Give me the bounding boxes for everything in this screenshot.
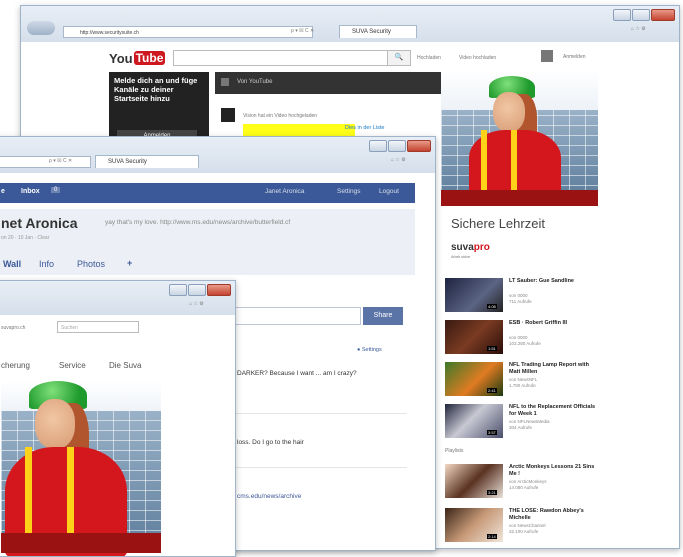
maximize-icon[interactable] [388,140,406,152]
maximize-icon[interactable] [188,284,206,296]
list-item[interactable]: ESB · Robert Griffin III von 0000 103.280… [441,318,601,356]
youtube-search-input[interactable] [173,50,389,66]
suva-search-input[interactable]: Suchen [57,321,139,333]
minimize-icon[interactable] [169,284,187,296]
minimize-icon[interactable] [369,140,387,152]
video-duration: 4:08 [487,304,497,309]
search-icon: 🔍 [394,54,404,61]
list-item[interactable]: NFL Trading Lamp Report with Matt Millen… [441,360,601,398]
video-duration: 2:41 [487,388,497,393]
facebook-profile-link[interactable]: Janet Aronica [265,188,304,195]
youtube-feed-icon [221,78,229,86]
middle-toolbar-icons[interactable]: ⌂ ☆ ⚙ [391,157,406,163]
close-icon[interactable] [207,284,231,296]
wall-post-1: DARKER? Because I want ... am I crazy? [237,370,357,377]
worker-face-image [493,92,525,132]
add-tab-button[interactable]: + [127,258,132,268]
nav-item-service[interactable]: Service [59,361,86,370]
facebook-nav-left[interactable]: e [1,188,5,195]
video-duration: 1:51 [487,346,497,351]
worker-face-image [35,399,75,449]
back-address-bar[interactable]: http://www.securitysuite.ch [63,26,313,38]
back-nav-arrows[interactable] [27,21,55,35]
front-window-controls [169,284,231,296]
suva-nav: cherung Service Die Suva [1,361,231,373]
nav-item-sicherung[interactable]: cherung [1,361,30,370]
profile-subline: on 20 · 10 Jan · Clear [1,235,50,241]
facebook-composer-input[interactable] [225,307,361,325]
suva-hero-image[interactable] [1,381,161,556]
close-icon[interactable] [407,140,431,152]
front-address-bar[interactable]: suvapro.ch [1,323,53,333]
back-toolbar-icons[interactable]: ⌂ ☆ ⚙ [631,26,646,32]
wall-settings-link[interactable]: ● Settings [357,347,382,353]
front-browser-window: ⌂ ☆ ⚙ suvapro.ch Suchen cherung Service … [0,280,236,557]
back-address-controls[interactable]: ρ ▾ ☒ C ✕ [291,28,314,34]
list-item[interactable]: NFL to the Replacement Officials for Wee… [441,402,601,440]
youtube-promo-box: Melde dich an und füge Kanäle zu deiner … [109,72,209,142]
youtube-feed-header: Von YouTube [215,72,441,94]
youtube-feed-highlight [243,124,355,136]
list-item[interactable]: Arctic Monkeys Lessons 21 Sins Me ! von … [441,462,601,500]
middle-address-bar[interactable] [0,156,91,168]
facebook-settings-link[interactable]: Settings [337,188,361,195]
youtube-feed-thumbnail[interactable] [221,108,235,122]
youtube-video-upload-link[interactable]: Video hochladen [459,55,496,61]
wall-divider-2 [231,467,407,468]
gear-icon: ● [357,347,361,353]
profile-tabs: Wall Info Photos + [0,255,415,273]
profile-status: yay that's my love. http://www.ms.edu/ne… [105,219,291,226]
maximize-icon[interactable] [632,9,650,21]
facebook-profile-header: net Aronica yay that's my love. http://w… [0,209,415,275]
facebook-inbox-link[interactable]: Inbox [21,188,40,195]
back-window-controls [613,9,675,21]
middle-window-controls [369,140,431,152]
front-title-bar: ⌂ ☆ ⚙ [0,281,235,315]
middle-address-controls[interactable]: ρ ▾ ☒ C ✕ [49,158,72,164]
youtube-feed-meta: Vision hat ein Video hochgeladen [243,113,318,119]
avatar-icon[interactable] [541,50,553,62]
ad-caption: Sichere Lehrzeit [451,216,545,231]
inbox-count-badge: 0 [51,187,61,193]
suvapro-logo: suvapro [451,242,490,253]
back-title-bar: http://www.securitysuite.ch ρ ▾ ☒ C ✕ SU… [21,6,679,42]
share-button[interactable]: Share [363,307,403,325]
youtube-feed-link[interactable]: Dies in der Liste [345,125,384,131]
playlist-label: Playlists [445,448,464,454]
youtube-signin-link[interactable]: Anmelden [563,54,586,60]
list-item[interactable]: LT Sauber: Gue Sandline von 0000 711 Aufr… [441,276,601,314]
middle-tab-suva[interactable]: SUVA Security [95,155,199,168]
video-duration: 3:21 [487,490,497,495]
facebook-nav-bar: e Inbox 0 Janet Aronica Settings Logout [0,183,415,203]
profile-name: net Aronica [1,215,78,231]
youtube-promo-text: Melde dich an und füge Kanäle zu deiner … [114,76,198,103]
tab-info[interactable]: Info [39,259,54,269]
tab-wall[interactable]: Wall [3,259,21,269]
wall-divider-1 [231,413,407,414]
minimize-icon[interactable] [613,9,631,21]
youtube-sidebar: LT Sauber: Gue Sandline von 0000 711 Aufr… [441,270,601,548]
wall-post-2: loss. Do I go to the hair [237,439,304,446]
close-icon[interactable] [651,9,675,21]
youtube-logo[interactable]: You Tube [109,48,166,68]
nav-item-die-suva[interactable]: Die Suva [109,361,141,370]
wall-post-3[interactable]: cms.edu/news/archive [237,493,301,500]
suvapro-tagline: Arbeit sicher [451,255,471,259]
middle-title-bar: ρ ▾ ☒ C ✕ SUVA Security ⌂ ☆ ⚙ [0,137,435,173]
video-duration: 3:57 [487,430,497,435]
front-toolbar-icons[interactable]: ⌂ ☆ ⚙ [189,301,204,307]
youtube-upload-link[interactable]: Hochladen [417,55,441,61]
video-duration: 2:14 [487,534,497,539]
tab-photos[interactable]: Photos [77,259,105,269]
list-item[interactable]: THE LOSE: Rawdon Abbey's Michelle von Ne… [441,506,601,544]
suva-ad-panel[interactable]: Sichere Lehrzeit suvapro Arbeit sicher [441,70,598,270]
facebook-logout-link[interactable]: Logout [379,188,399,195]
youtube-search-button[interactable]: 🔍 [387,50,411,66]
back-tab-suva[interactable]: SUVA Security [339,25,417,38]
